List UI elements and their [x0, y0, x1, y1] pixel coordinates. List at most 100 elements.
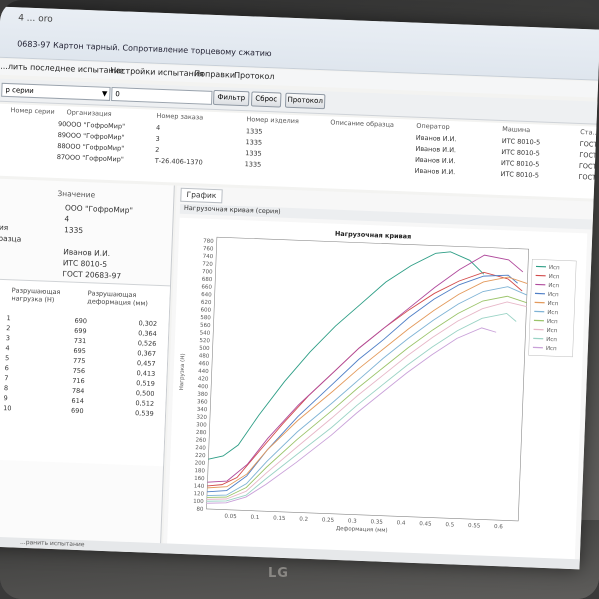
table-cell: ИТС 8010-5	[501, 137, 541, 147]
result-cell: 784	[71, 386, 85, 396]
y-tick-label: 440	[198, 369, 209, 375]
result-cell: 0,526	[137, 339, 157, 348]
monitor-screen: 4 ... oro 0683-97 Картон тарный. Сопроти…	[0, 6, 599, 570]
col-header-description[interactable]: Описание образца	[330, 118, 394, 130]
result-cell: 614	[71, 396, 85, 406]
results-col-load: Разрушающая нагрузка (Н)	[11, 286, 61, 304]
monitor-logo: LG	[268, 566, 289, 581]
y-tick-label: 680	[202, 277, 213, 283]
col-header-order[interactable]: Номер заказа	[156, 112, 203, 124]
y-tick-label: 580	[200, 315, 211, 321]
details-panel: Значение яООО "ГофроМир"4лия1335бразцаИв…	[0, 178, 175, 546]
table-cell: ГОСТ	[579, 140, 598, 149]
col-header-standard[interactable]: Ста...	[580, 128, 599, 139]
col-header-org[interactable]: Организация	[66, 108, 111, 120]
y-tick-label: 740	[203, 254, 214, 260]
chevron-down-icon: ▼	[101, 89, 108, 98]
series-select[interactable]: р серии ▼	[1, 82, 111, 101]
detail-label: бразца	[0, 233, 22, 244]
value-column-header: Значение	[57, 189, 96, 200]
reset-button[interactable]: Сброс	[250, 91, 282, 108]
legend-label: Исп	[548, 283, 559, 289]
y-tick-label: 720	[202, 261, 213, 267]
col-header-machine[interactable]: Машина	[502, 125, 530, 136]
table-cell: ООО "ГофроМир"	[65, 131, 125, 142]
result-cell: 7	[4, 374, 9, 383]
result-cell: 6	[4, 364, 10, 373]
result-cell: 0,539	[134, 409, 154, 418]
table-cell: ИТС 8010-5	[501, 148, 540, 158]
y-tick-label: 640	[201, 292, 212, 298]
result-cell: 756	[72, 366, 86, 376]
table-cell: Иванов И.И.	[414, 155, 456, 166]
window-tab[interactable]: 4 ... oro	[18, 13, 53, 24]
y-tick-label: 160	[194, 476, 205, 482]
table-cell: Иванов И.И.	[415, 144, 457, 155]
number-input[interactable]: 0	[111, 87, 213, 105]
y-tick-label: 100	[193, 499, 204, 505]
result-cell: 775	[72, 356, 86, 366]
result-cell: 690	[74, 316, 88, 326]
x-tick-label: 0.5	[445, 522, 454, 528]
table-cell: 1335	[244, 149, 262, 158]
x-tick-label: 0.6	[494, 524, 503, 530]
table-cell: ГОСТ	[579, 151, 598, 160]
result-cell: 690	[70, 406, 84, 416]
x-tick-label: 0.25	[322, 517, 335, 523]
chart-area: Нагрузочная кривая 80 100 120 140 160 180 200 22…	[166, 217, 588, 564]
filter-button[interactable]: Фильтр	[212, 89, 250, 107]
load-curve-chart: Нагрузочная кривая8010012014016018020022…	[179, 230, 577, 534]
y-tick-label: 660	[201, 284, 212, 290]
y-tick-label: 400	[198, 384, 209, 390]
x-tick-label: 0.05	[224, 514, 237, 520]
x-axis-label: Деформация (мм)	[336, 526, 388, 534]
detail-label: лия	[0, 222, 9, 233]
result-cell: 8	[3, 384, 9, 393]
chart-title: Нагрузочная кривая	[335, 230, 412, 241]
y-tick-label: 520	[199, 338, 210, 344]
y-tick-label: 500	[199, 346, 210, 352]
col-header-operator[interactable]: Оператор	[416, 122, 450, 133]
table-cell: ООО "ГофроМир"	[64, 153, 124, 164]
monitor-photo: 4 ... oro 0683-97 Картон тарный. Сопроти…	[0, 0, 599, 599]
table-cell: ИТС 8010-5	[500, 159, 540, 169]
y-tick-label: 200	[195, 461, 206, 467]
col-header-product[interactable]: Номер изделия	[246, 115, 299, 127]
status-text: ...ранить испытание	[19, 538, 85, 549]
legend-label: Исп	[548, 292, 559, 298]
table-cell: 3	[155, 134, 160, 143]
y-tick-label: 280	[196, 430, 207, 436]
table-cell: 2	[155, 145, 160, 154]
chart-panel: График Нагрузочная кривая (серия) Нагруз…	[163, 185, 594, 564]
results-table: Разрушающая нагрузка (Н) Разрушающая деф…	[0, 278, 171, 467]
result-cell: 0,364	[137, 329, 157, 338]
table-cell: ГОСТ 2	[578, 172, 599, 182]
y-tick-label: 600	[200, 307, 211, 313]
col-header-series[interactable]: Номер серии	[10, 106, 54, 118]
result-cell: 1	[6, 314, 11, 323]
y-tick-label: 700	[202, 269, 213, 275]
y-tick-label: 340	[197, 407, 208, 413]
table-cell: Т-26.406-1370	[154, 156, 203, 167]
menu-item-last-test[interactable]: ...лить последнее испытание	[0, 62, 124, 76]
report-button[interactable]: Протокол	[284, 92, 326, 110]
x-tick-label: 0.1	[250, 515, 259, 521]
result-cell: 695	[73, 346, 86, 356]
y-tick-label: 360	[197, 399, 208, 405]
menu-item-report[interactable]: Протокол	[234, 71, 275, 82]
series-select-value: р серии	[5, 85, 34, 96]
result-cell: 10	[3, 404, 12, 413]
table-cell: ООО "ГофроМир"	[65, 142, 125, 153]
legend-label: Исп	[547, 301, 558, 307]
result-cell: 3	[5, 334, 11, 343]
table-cell: ИТС 8010-5	[500, 170, 540, 180]
detail-value: 4	[64, 214, 70, 224]
menu-item-test-settings[interactable]: Настройки испытания	[110, 66, 204, 79]
result-cell: 5	[4, 354, 10, 363]
result-cell: 0,500	[135, 389, 155, 398]
legend-label: Исп	[547, 319, 558, 325]
tab-chart[interactable]: График	[180, 187, 223, 204]
menu-item-corrections[interactable]: Поправки	[194, 69, 235, 80]
legend-label: Исп	[549, 274, 560, 280]
legend-label: Исп	[546, 337, 557, 343]
